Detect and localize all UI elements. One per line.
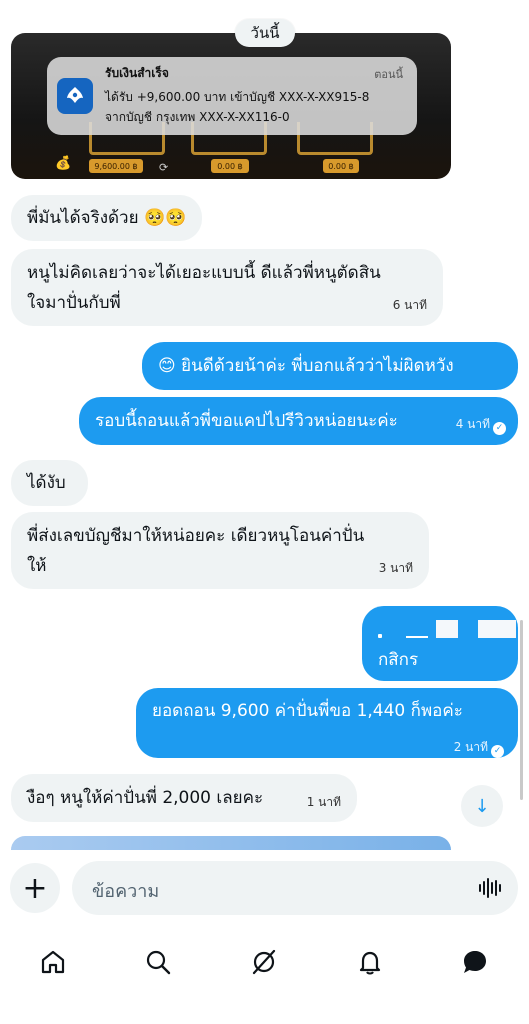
search-icon[interactable] — [138, 942, 178, 982]
read-check-icon: ✓ — [491, 744, 504, 758]
outgoing-message[interactable]: กสิกร — [362, 606, 518, 681]
bell-icon[interactable] — [350, 942, 390, 982]
messages-icon[interactable] — [455, 942, 495, 982]
message-text: ได้งับ — [27, 473, 66, 493]
message-time: 1 นาที — [306, 795, 341, 809]
message-text: พี่มันได้จริงด้วย 🥺🥺 — [27, 208, 187, 228]
game-chip: 0.00 ฿ — [211, 159, 249, 173]
message-text-line: ให้ 3 นาที — [27, 551, 413, 581]
message-time: 6 นาที — [392, 298, 427, 312]
plus-icon: + — [22, 870, 48, 906]
redacted-account-number — [378, 620, 518, 638]
message-text: ให้ — [27, 556, 47, 576]
message-text: 😊 ยินดีด้วยน้าค่ะ พี่บอกแล้วว่าไม่ผิดหวั… — [158, 356, 454, 376]
outgoing-message[interactable]: ยอดถอน 9,600 ค่าปั่นพี่ขอ 1,440 ก็พอค่ะ … — [136, 688, 518, 758]
conversation-view[interactable]: วันนี้ 💰 9,600.00 ฿ ⟳ 0.00 ฿ 0.00 ฿ รับเ… — [0, 0, 529, 850]
message-text: งือๆ หนูให้ค่าปั่นพี่ 2,000 เลยคะ — [27, 788, 264, 808]
bottom-navigation — [0, 930, 529, 1024]
incoming-message[interactable]: ได้งับ — [11, 460, 88, 506]
notification-title: รับเงินสำเร็จ — [105, 66, 169, 80]
voice-message-icon[interactable] — [478, 878, 502, 902]
message-time: 2 นาที — [453, 740, 488, 754]
refresh-icon: ⟳ — [159, 161, 169, 174]
outgoing-message[interactable]: 😊 ยินดีด้วยน้าค่ะ พี่บอกแล้วว่าไม่ผิดหวั… — [142, 342, 518, 390]
message-text: ยอดถอน 9,600 ค่าปั่นพี่ขอ 1,440 ก็พอค่ะ — [152, 701, 463, 721]
message-time: 3 นาที — [378, 561, 413, 575]
message-input[interactable]: ข้อความ — [72, 861, 518, 915]
read-check-icon: ✓ — [493, 421, 506, 435]
outgoing-message[interactable]: รอบนี้ถอนแล้วพี่ขอแคปไปรีวิวหน่อยนะค่ะ 4… — [79, 397, 518, 445]
message-text-line: ใจมาปั่นกับพี่ 6 นาที — [27, 288, 427, 318]
message-composer: + ข้อความ — [0, 850, 529, 930]
notification-time: ตอนนี้ — [374, 68, 403, 81]
notification-line: จากบัญชี กรุงเทพ XXX-X-XX116-0 — [105, 110, 290, 124]
incoming-message[interactable]: หนูไม่คิดเลยว่าจะได้เยอะแบบนี้ ดีแล้วพี่… — [11, 249, 443, 326]
bank-app-icon — [57, 78, 93, 114]
attach-button[interactable]: + — [10, 863, 60, 913]
home-icon[interactable] — [33, 942, 73, 982]
incoming-message[interactable]: พี่มันได้จริงด้วย 🥺🥺 — [11, 195, 203, 241]
message-status: 2 นาที ✓ — [454, 732, 504, 762]
game-chip: 0.00 ฿ — [323, 159, 359, 173]
message-text: พี่ส่งเลขบัญชีมาให้หน่อยคะ เดียวหนูโอนค่… — [27, 526, 365, 546]
message-text: ใจมาปั่นกับพี่ — [27, 293, 121, 313]
image-message[interactable]: 💰 9,600.00 ฿ ⟳ 0.00 ฿ 0.00 ฿ รับเงินสำเร… — [11, 33, 451, 179]
game-chip: 9,600.00 ฿ — [89, 159, 143, 173]
bank-notification: รับเงินสำเร็จ ตอนนี้ ได้รับ +9,600.00 บา… — [47, 57, 417, 135]
message-input-placeholder: ข้อความ — [92, 881, 160, 902]
incoming-message[interactable]: งือๆ หนูให้ค่าปั่นพี่ 2,000 เลยคะ 1 นาที — [11, 774, 357, 822]
message-text: กสิกร — [378, 650, 419, 670]
message-text: หนูไม่คิดเลยว่าจะได้เยอะแบบนี้ ดีแล้วพี่… — [27, 263, 381, 283]
message-text: รอบนี้ถอนแล้วพี่ขอแคปไปรีวิวหน่อยนะค่ะ — [95, 411, 398, 431]
scrollbar[interactable] — [520, 620, 523, 800]
message-status: 4 นาที ✓ — [456, 409, 506, 439]
grok-icon[interactable] — [244, 942, 284, 982]
arrow-down-icon: ↓ — [474, 795, 490, 817]
message-time: 4 นาที — [455, 417, 490, 431]
scroll-down-button[interactable]: ↓ — [461, 785, 503, 827]
date-divider: วันนี้ — [235, 19, 295, 47]
image-message[interactable] — [11, 836, 451, 850]
money-bag-icon: 💰 — [55, 156, 72, 171]
notification-line: ได้รับ +9,600.00 บาท เข้าบัญชี XXX-X-XX9… — [105, 90, 370, 104]
incoming-message[interactable]: พี่ส่งเลขบัญชีมาให้หน่อยคะ เดียวหนูโอนค่… — [11, 512, 429, 589]
